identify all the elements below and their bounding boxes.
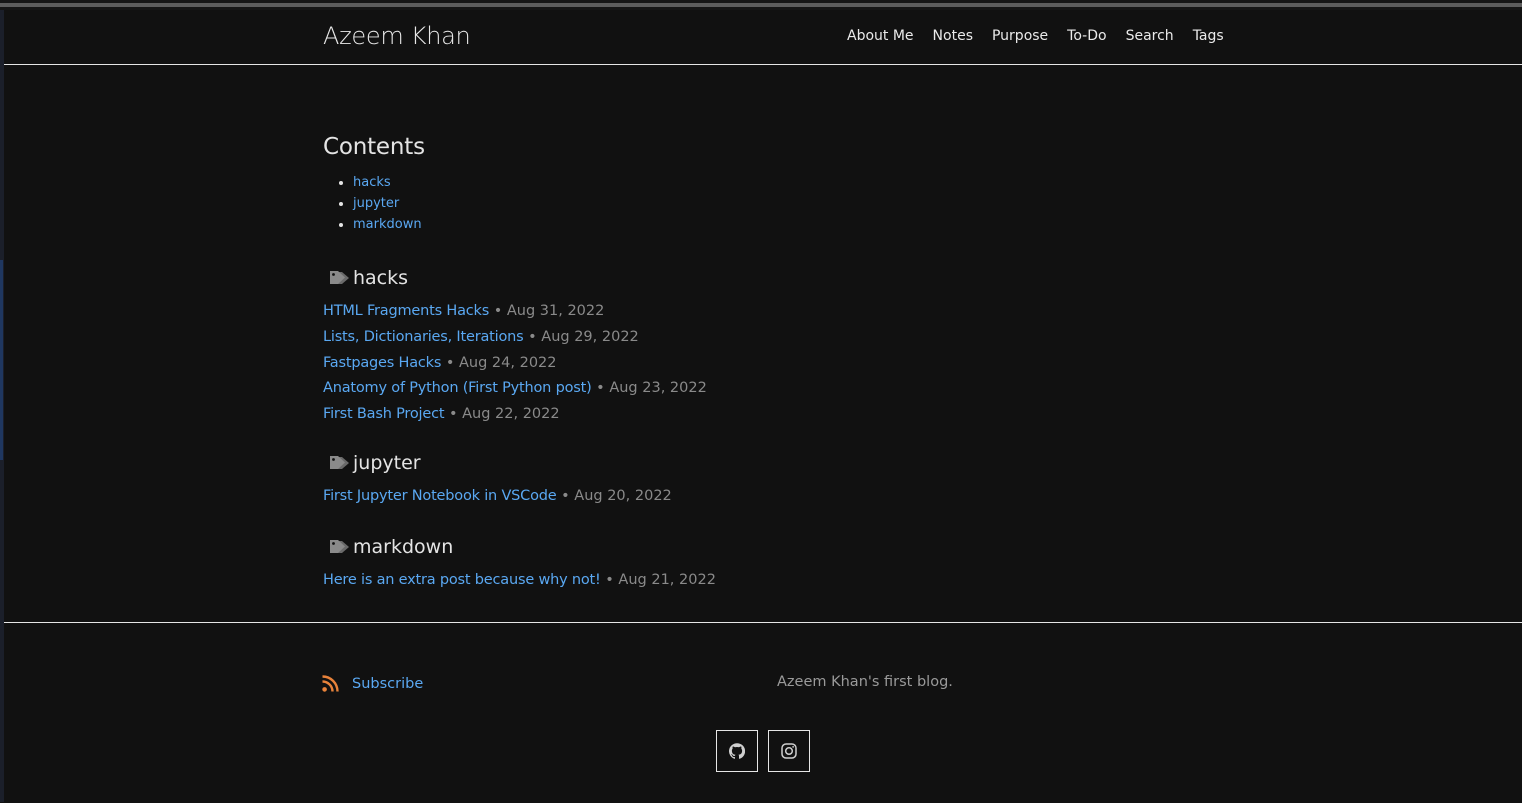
post-date: • Aug 22, 2022 bbox=[448, 406, 560, 423]
tag-section-markdown: markdown Here is an extra post because w… bbox=[323, 532, 1223, 594]
contents-heading: Contents bbox=[323, 134, 425, 160]
left-edge-accent bbox=[0, 260, 3, 460]
post-list: HTML Fragments Hacks • Aug 31, 2022 List… bbox=[323, 299, 1223, 428]
nav-notes[interactable]: Notes bbox=[933, 28, 973, 44]
tag-section-hacks: hacks HTML Fragments Hacks • Aug 31, 202… bbox=[323, 263, 1223, 428]
instagram-icon bbox=[781, 743, 797, 759]
tag-icon bbox=[330, 539, 349, 553]
post-item: HTML Fragments Hacks • Aug 31, 2022 bbox=[323, 299, 1223, 325]
tag-name: jupyter bbox=[353, 451, 421, 474]
contents-link-jupyter[interactable]: jupyter bbox=[353, 196, 399, 211]
top-bar bbox=[0, 3, 1522, 7]
footer-description: Azeem Khan's first blog. bbox=[777, 674, 953, 690]
post-date: • Aug 23, 2022 bbox=[596, 380, 707, 397]
nav-purpose[interactable]: Purpose bbox=[992, 28, 1048, 44]
contents-link-markdown[interactable]: markdown bbox=[353, 217, 422, 232]
post-list: Here is an extra post because why not! •… bbox=[323, 568, 1223, 594]
contents-item: hacks bbox=[353, 172, 1223, 193]
post-item: Anatomy of Python (First Python post) • … bbox=[323, 376, 1223, 402]
post-date: • Aug 29, 2022 bbox=[528, 328, 639, 345]
post-list: First Jupyter Notebook in VSCode • Aug 2… bbox=[323, 484, 1223, 510]
tag-name: markdown bbox=[353, 535, 454, 558]
post-link[interactable]: First Jupyter Notebook in VSCode bbox=[323, 488, 557, 504]
main-nav: About Me Notes Purpose To-Do Search Tags bbox=[847, 28, 1243, 44]
site-header: Azeem Khan About Me Notes Purpose To-Do … bbox=[4, 10, 1522, 65]
github-link[interactable] bbox=[716, 730, 758, 772]
post-date: • Aug 21, 2022 bbox=[605, 571, 716, 588]
nav-search[interactable]: Search bbox=[1126, 28, 1174, 44]
contents-list: hacks jupyter markdown bbox=[323, 172, 1223, 235]
tag-heading: jupyter bbox=[323, 448, 1223, 478]
tag-section-jupyter: jupyter First Jupyter Notebook in VSCode… bbox=[323, 448, 1223, 510]
nav-tags[interactable]: Tags bbox=[1193, 28, 1224, 44]
subscribe-link[interactable]: Subscribe bbox=[352, 676, 423, 692]
nav-about-me[interactable]: About Me bbox=[847, 28, 914, 44]
post-date: • Aug 31, 2022 bbox=[493, 303, 605, 319]
post-link[interactable]: First Bash Project bbox=[323, 406, 445, 422]
main-content: Contents hacks jupyter markdown hacks HT… bbox=[323, 130, 1223, 594]
contents-item: jupyter bbox=[353, 193, 1223, 214]
post-link[interactable]: Anatomy of Python (First Python post) bbox=[323, 380, 592, 396]
subscribe-block: Subscribe bbox=[322, 675, 423, 692]
post-date: • Aug 24, 2022 bbox=[445, 354, 557, 371]
tag-icon bbox=[330, 455, 349, 469]
instagram-link[interactable] bbox=[768, 730, 810, 772]
rss-icon[interactable] bbox=[322, 675, 339, 692]
post-link[interactable]: Fastpages Hacks bbox=[323, 355, 441, 371]
post-link[interactable]: Lists, Dictionaries, Iterations bbox=[323, 329, 524, 345]
post-date: • Aug 20, 2022 bbox=[561, 487, 672, 504]
post-link[interactable]: Here is an extra post because why not! bbox=[323, 572, 601, 588]
contents-item: markdown bbox=[353, 214, 1223, 235]
post-item: Lists, Dictionaries, Iterations • Aug 29… bbox=[323, 325, 1223, 351]
site-footer: Subscribe Azeem Khan's first blog. bbox=[4, 622, 1522, 803]
site-title[interactable]: Azeem Khan bbox=[323, 22, 471, 50]
tag-heading: markdown bbox=[323, 532, 1223, 562]
nav-to-do[interactable]: To-Do bbox=[1067, 28, 1106, 44]
tag-heading: hacks bbox=[323, 263, 1223, 293]
post-item: First Jupyter Notebook in VSCode • Aug 2… bbox=[323, 484, 1223, 510]
post-item: Fastpages Hacks • Aug 24, 2022 bbox=[323, 351, 1223, 377]
contents-link-hacks[interactable]: hacks bbox=[353, 175, 391, 190]
post-item: Here is an extra post because why not! •… bbox=[323, 568, 1223, 594]
post-link[interactable]: HTML Fragments Hacks bbox=[323, 303, 489, 319]
post-item: First Bash Project • Aug 22, 2022 bbox=[323, 402, 1223, 428]
browser-top-strip bbox=[0, 0, 1522, 10]
github-icon bbox=[729, 743, 745, 759]
tag-name: hacks bbox=[353, 267, 409, 289]
tag-icon bbox=[330, 271, 349, 284]
